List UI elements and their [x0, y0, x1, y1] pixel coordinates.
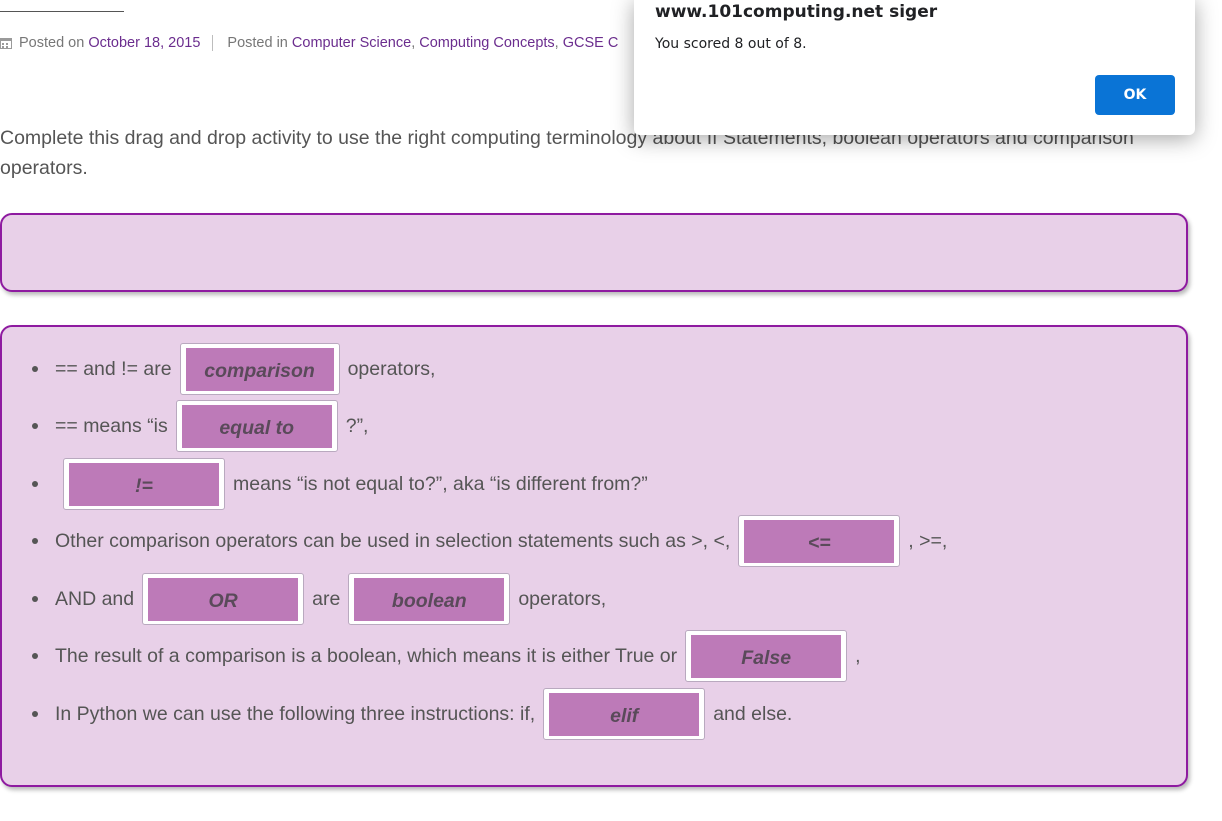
sentence-text: AND and [55, 587, 135, 610]
bullet [32, 538, 38, 544]
list-item: == and != are comparison operators, [32, 343, 435, 395]
posted-on-label: Posted on [19, 35, 85, 51]
sentence-text: ?”, [345, 414, 369, 437]
sentence-text: == means “is [55, 414, 168, 437]
list-item: In Python we can use the following three… [32, 688, 792, 740]
sentence-area: == and != are comparison operators, == m… [0, 325, 1188, 787]
post-date-link[interactable]: October 18, 2015 [88, 35, 200, 51]
category-link-gcse[interactable]: GCSE C [563, 35, 619, 51]
alert-dialog: www.101computing.net siger You scored 8 … [634, 0, 1195, 135]
answer-tile[interactable]: boolean [354, 577, 505, 621]
answer-tile[interactable]: equal to [181, 404, 332, 448]
bullet [32, 711, 38, 717]
drop-slot[interactable]: != [63, 458, 225, 510]
divider [0, 11, 124, 12]
list-item: == means “is equal to ?”, [32, 400, 368, 452]
drop-slot[interactable]: equal to [175, 400, 338, 452]
ok-button[interactable]: OK [1095, 75, 1175, 115]
sentence-text: , [855, 644, 861, 667]
answer-tile[interactable]: != [69, 462, 219, 506]
drag-source-area[interactable] [0, 213, 1188, 292]
sentence-text: operators, [347, 357, 436, 380]
category-link-computer-science[interactable]: Computer Science [292, 35, 411, 51]
list-item: Other comparison operators can be used i… [32, 515, 947, 567]
page: Posted on October 18, 2015 Posted in Com… [0, 0, 1222, 821]
bullet [32, 423, 38, 429]
sentence-text: Other comparison operators can be used i… [55, 529, 731, 552]
answer-tile[interactable]: OR [148, 577, 299, 621]
drop-slot[interactable]: <= [738, 515, 901, 567]
category-link-computing-concepts[interactable]: Computing Concepts [419, 35, 554, 51]
drop-slot[interactable]: OR [142, 573, 305, 625]
list-item: AND and OR are boolean operators, [32, 573, 606, 625]
list-item: != means “is not equal to?”, aka “is dif… [32, 458, 648, 510]
answer-tile[interactable]: comparison [185, 347, 334, 391]
bullet [32, 596, 38, 602]
dialog-message: You scored 8 out of 8. [655, 36, 807, 52]
sentence-text: The result of a comparison is a boolean,… [55, 644, 678, 667]
meta-separator [212, 35, 214, 51]
sentence-text: means “is not equal to?”, aka “is differ… [233, 472, 648, 495]
sentence-text: operators, [518, 587, 607, 610]
calendar-icon [0, 37, 12, 49]
sentence-text: and else. [713, 702, 793, 725]
sentence-text: are [312, 587, 341, 610]
sentence-text: , >=, [908, 529, 948, 552]
drop-slot[interactable]: elif [543, 688, 706, 740]
answer-tile[interactable]: elif [549, 692, 700, 736]
drop-slot[interactable]: comparison [179, 343, 340, 395]
bullet [32, 366, 38, 372]
bullet [32, 653, 38, 659]
bullet [32, 481, 38, 487]
list-item: The result of a comparison is a boolean,… [32, 630, 861, 682]
sentence-text: == and != are [55, 357, 172, 380]
answer-tile[interactable]: <= [744, 519, 895, 563]
dialog-origin: www.101computing.net siger [655, 2, 938, 22]
drop-slot[interactable]: boolean [348, 573, 511, 625]
drop-slot[interactable]: False [685, 630, 848, 682]
sentence-text: In Python we can use the following three… [55, 702, 536, 725]
posted-in-label: Posted in [227, 35, 288, 51]
answer-tile[interactable]: False [691, 634, 842, 678]
post-meta: Posted on October 18, 2015 Posted in Com… [0, 35, 618, 51]
